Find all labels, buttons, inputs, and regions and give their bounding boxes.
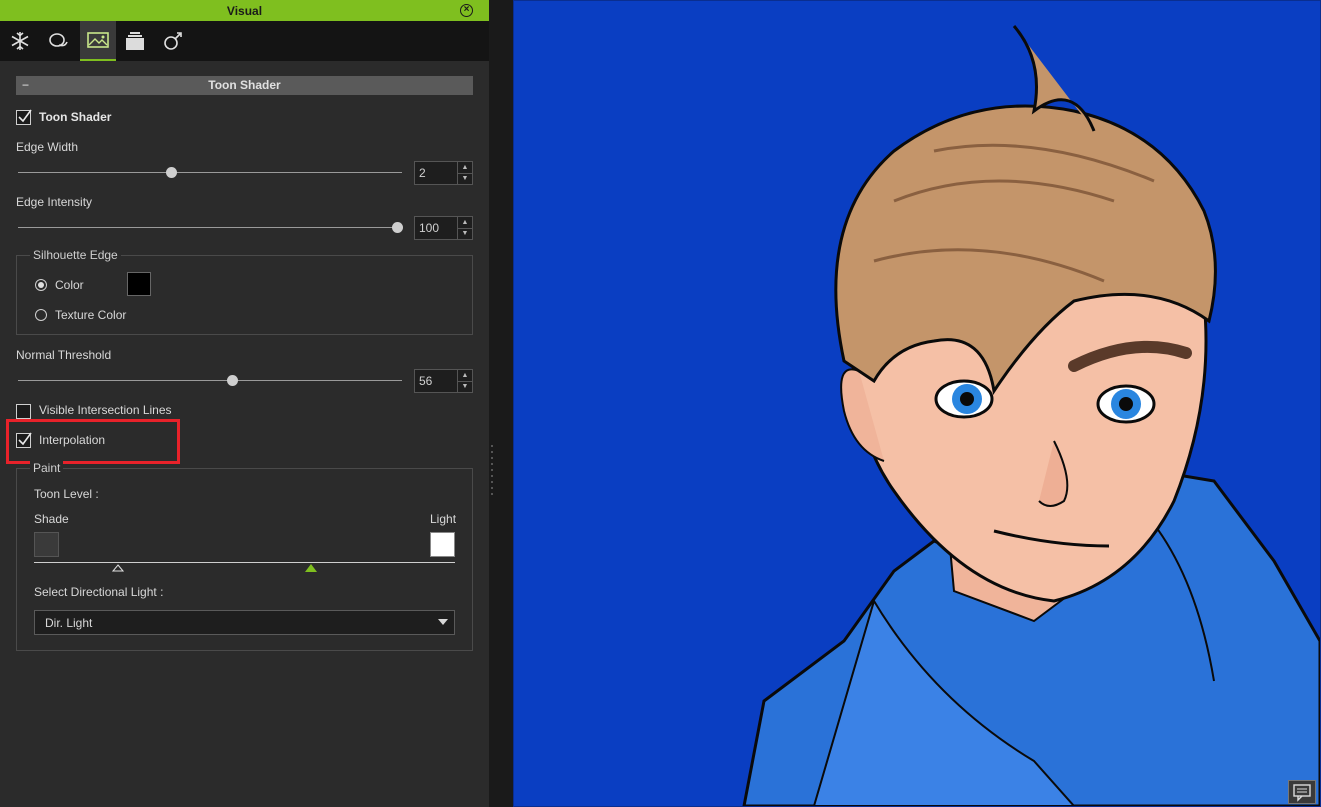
color-radio-label: Color: [55, 278, 84, 292]
image-icon: [87, 32, 109, 48]
highlight-annotation-box: [6, 419, 180, 464]
tab-physics[interactable]: [155, 21, 191, 61]
directional-light-value: Dir. Light: [45, 616, 93, 630]
edge-width-label: Edge Width: [16, 140, 79, 154]
paint-title: Paint: [30, 461, 64, 475]
spin-buttons: ▲ ▼: [457, 370, 472, 392]
normal-threshold-value[interactable]: 56: [419, 374, 432, 388]
tab-lighting[interactable]: [40, 21, 76, 61]
toon-character-render: [742, 25, 1320, 806]
snowflake-icon: [11, 32, 29, 50]
light-color-swatch[interactable]: [430, 532, 455, 557]
directional-light-select[interactable]: Dir. Light: [34, 610, 455, 635]
silhouette-edge-group: Silhouette Edge Color Texture Color: [16, 248, 473, 335]
light-label: Light: [430, 512, 457, 526]
edge-width-spinbox[interactable]: 2 ▲ ▼: [414, 161, 473, 185]
lighting-icon: [49, 33, 68, 47]
spin-buttons: ▲ ▼: [457, 217, 472, 239]
silhouette-color-swatch[interactable]: [127, 272, 151, 296]
edge-width-slider-track[interactable]: [18, 172, 402, 173]
directional-light-label: Select Directional Light :: [34, 585, 164, 599]
edge-intensity-label: Edge Intensity: [16, 195, 93, 209]
edge-width-value[interactable]: 2: [419, 166, 426, 180]
comment-icon[interactable]: [1288, 780, 1316, 804]
toon-shader-label: Toon Shader: [39, 110, 112, 124]
panel-content: − Toon Shader Toon Shader Edge Width 2 ▲…: [0, 61, 489, 807]
chat-bubble-icon: [1293, 784, 1311, 802]
shade-label: Shade: [34, 512, 69, 526]
shade-level-marker-icon[interactable]: [112, 564, 124, 572]
normal-threshold-slider-handle[interactable]: [227, 375, 238, 386]
close-icon[interactable]: ×: [460, 4, 473, 17]
toon-shader-checkbox[interactable]: [16, 109, 32, 125]
tab-scene[interactable]: [2, 21, 38, 61]
spin-down-icon[interactable]: ▼: [458, 173, 472, 184]
chevron-down-icon: [438, 619, 448, 625]
spin-down-icon[interactable]: ▼: [458, 228, 472, 239]
layers-icon: [126, 32, 144, 50]
visual-panel: Visual × − Toon Shader Toon Shader Edge …: [0, 0, 489, 807]
checkmark-icon: [18, 109, 32, 123]
texture-color-radio[interactable]: [35, 309, 47, 321]
edge-intensity-spinbox[interactable]: 100 ▲ ▼: [414, 216, 473, 240]
atom-icon: [164, 32, 182, 50]
tab-visual[interactable]: [80, 21, 116, 61]
spin-down-icon[interactable]: ▼: [458, 381, 472, 392]
visible-intersection-label: Visible Intersection Lines: [39, 403, 172, 417]
color-radio[interactable]: [35, 279, 47, 291]
tab-layers[interactable]: [117, 21, 153, 61]
edge-intensity-slider-track[interactable]: [18, 227, 402, 228]
section-title: Toon Shader: [208, 78, 281, 92]
normal-threshold-slider-track[interactable]: [18, 380, 402, 381]
toon-level-label: Toon Level :: [34, 487, 99, 501]
panel-titlebar: Visual ×: [0, 0, 489, 21]
panel-title: Visual: [226, 4, 263, 18]
visible-intersection-checkbox[interactable]: [16, 404, 31, 419]
edge-intensity-slider-handle[interactable]: [392, 222, 403, 233]
edge-width-slider-handle[interactable]: [166, 167, 177, 178]
panel-splitter[interactable]: [489, 0, 513, 807]
texture-color-radio-label: Texture Color: [55, 308, 127, 322]
3d-viewport[interactable]: [513, 0, 1321, 807]
collapse-icon[interactable]: −: [22, 76, 29, 95]
spin-buttons: ▲ ▼: [457, 162, 472, 184]
shade-color-swatch[interactable]: [34, 532, 59, 557]
toon-level-track[interactable]: [34, 562, 455, 563]
section-header-toon-shader[interactable]: − Toon Shader: [16, 76, 473, 95]
tab-bar: [0, 21, 489, 61]
normal-threshold-label: Normal Threshold: [16, 348, 112, 362]
normal-threshold-spinbox[interactable]: 56 ▲ ▼: [414, 369, 473, 393]
edge-intensity-value[interactable]: 100: [419, 221, 439, 235]
silhouette-edge-title: Silhouette Edge: [30, 248, 121, 262]
light-level-marker-icon[interactable]: [305, 564, 317, 572]
